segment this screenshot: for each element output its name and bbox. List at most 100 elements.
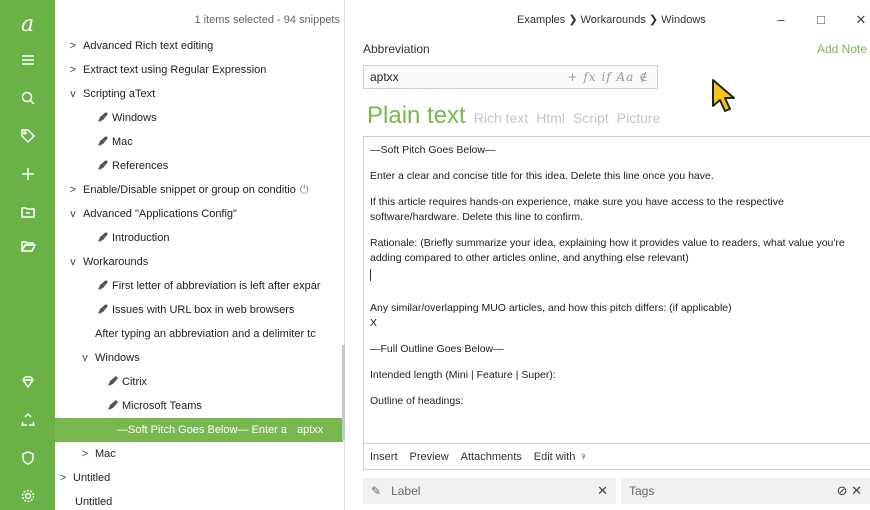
tree-row-label: Untitled [73,472,111,484]
chevron-down-icon[interactable]: v [67,88,79,100]
pen-icon [97,303,109,315]
preview-button[interactable]: Preview [410,451,449,463]
chevron-right-icon[interactable]: > [67,184,79,196]
add-icon[interactable] [0,160,55,188]
tree-row[interactable]: References [55,154,343,178]
mouse-pointer-icon [712,79,735,112]
diamond-icon[interactable] [0,368,55,396]
tree-row-label: Advanced "Applications Config" [83,208,237,220]
tree-row-label: Mac [112,136,133,148]
tree-row[interactable]: Untitled [55,490,343,510]
snippet-tree: 1 items selected - 94 snippets > Advance… [55,0,345,510]
icon-rail: a [0,0,55,510]
clear-label-icon[interactable]: ✕ [597,483,608,499]
tree-row-selected[interactable]: —Soft Pitch Goes Below— Enter a aptxx [55,418,343,442]
lightbulb-icon[interactable]: ♀ [579,451,587,463]
content-editor[interactable]: —Soft Pitch Goes Below— Enter a clear an… [363,136,870,444]
tree-row[interactable]: v Windows [55,346,343,370]
tree-row-label: Enable/Disable snippet or group on condi… [83,184,296,196]
tree-row[interactable]: > Mac [55,442,343,466]
tags-placeholder: Tags [629,484,655,498]
content-line: If this article requires hands-on experi… [370,196,784,223]
tree-row[interactable]: > Extract text using Regular Expression [55,58,343,82]
chevron-down-icon[interactable]: v [79,352,91,364]
atext-logo-icon: a [20,11,35,37]
tree-row-label: Scripting aText [83,88,156,100]
tree-row-abbreviation: aptxx [296,424,324,436]
tree-row-label: Issues with URL box in web browsers [112,304,295,316]
tree-row[interactable]: > Advanced Rich text editing [55,34,343,58]
tab-html[interactable]: Html [536,110,565,126]
tree-row[interactable]: > Enable/Disable snippet or group on con… [55,178,343,202]
tree-row-label: Workarounds [83,256,149,268]
pen-icon [97,231,109,243]
tags-field[interactable]: Tags ⊘ ✕ [621,478,870,504]
new-group-icon[interactable] [0,198,55,226]
attachments-button[interactable]: Attachments [461,451,522,463]
tree-row[interactable]: Mac [55,130,343,154]
snippet-editor: Examples ❯ Workarounds ❯ Windows – □ ✕ A… [345,0,870,510]
tree-row[interactable]: First letter of abbreviation is left aft… [55,274,343,298]
recycle-icon[interactable] [0,406,55,434]
tag-icon[interactable] [0,122,55,150]
shield-icon[interactable] [0,444,55,472]
tab-script[interactable]: Script [573,110,609,126]
chevron-down-icon[interactable]: v [67,256,79,268]
chevron-right-icon[interactable]: > [67,64,79,76]
tab-plain-text[interactable]: Plain text [367,102,466,130]
chevron-down-icon[interactable]: v [67,208,79,220]
close-button[interactable]: ✕ [851,12,870,28]
label-field[interactable]: ✎ Label ✕ [363,478,616,504]
maximize-button[interactable]: □ [811,12,831,27]
tree-row-label: Untitled [75,496,113,508]
content-line: —Soft Pitch Goes Below— [370,144,496,156]
abbreviation-input[interactable]: aptxx + fx if Aa ∉ [363,65,658,89]
edit-with-button[interactable]: Edit with [534,451,576,463]
chevron-right-icon[interactable]: > [67,40,79,52]
add-note-link[interactable]: Add Note [817,42,867,56]
abbreviation-value: aptxx [370,70,399,84]
search-icon[interactable] [0,84,55,112]
tree-row[interactable]: Microsoft Teams [55,394,343,418]
tree-row-label: Introduction [112,232,170,244]
pen-icon [97,111,109,123]
gear-icon[interactable] [0,482,55,510]
tree-row[interactable]: Issues with URL box in web browsers [55,298,343,322]
tree-row[interactable]: v Advanced "Applications Config" [55,202,343,226]
tree-row[interactable]: Citrix [55,370,343,394]
chevron-right-icon[interactable]: > [79,448,91,460]
label-placeholder: Label [391,484,421,498]
pen-icon [107,399,119,411]
tree-row[interactable]: v Workarounds [55,250,343,274]
tree-row[interactable]: After typing an abbreviation and a delim… [55,322,343,346]
tree-row-label: Microsoft Teams [122,400,202,412]
minimize-button[interactable]: – [771,12,791,27]
tag-clear-icon[interactable]: ⊘ ✕ [837,483,862,499]
editor-toolbar: Insert Preview Attachments Edit with ♀ [363,444,870,470]
tree-row-label: First letter of abbreviation is left aft… [112,280,321,292]
tree-row-label: References [112,160,169,172]
tree-row-label: Advanced Rich text editing [83,40,214,52]
tree-row[interactable]: > Untitled [55,466,343,490]
pen-icon [97,135,109,147]
content-line: Any similar/overlapping MUO articles, an… [370,302,732,314]
tree-row-label: Windows [95,352,140,364]
tree-row-label: Citrix [122,376,148,388]
tab-rich-text[interactable]: Rich text [474,110,528,126]
content-line: Rationale: (Briefly summarize your idea,… [370,237,845,264]
power-icon[interactable]: ⏻ [300,184,309,197]
tree-row-label: Mac [95,448,116,460]
open-folder-icon[interactable] [0,232,55,260]
insert-button[interactable]: Insert [370,451,398,463]
text-cursor [370,269,371,282]
tree-row[interactable]: Windows [55,106,343,130]
tree-row-label: Extract text using Regular Expression [83,64,267,76]
tree-row[interactable]: v Scripting aText [55,82,343,106]
content-line: Outline of headings: [370,395,464,407]
chevron-right-icon[interactable]: > [57,472,69,484]
tab-picture[interactable]: Picture [617,110,661,126]
tree-row[interactable]: Introduction [55,226,343,250]
tree-row-label: After typing an abbreviation and a delim… [95,328,316,340]
abbreviation-tools[interactable]: + fx if Aa ∉ [567,70,649,84]
menu-icon[interactable] [0,46,55,74]
